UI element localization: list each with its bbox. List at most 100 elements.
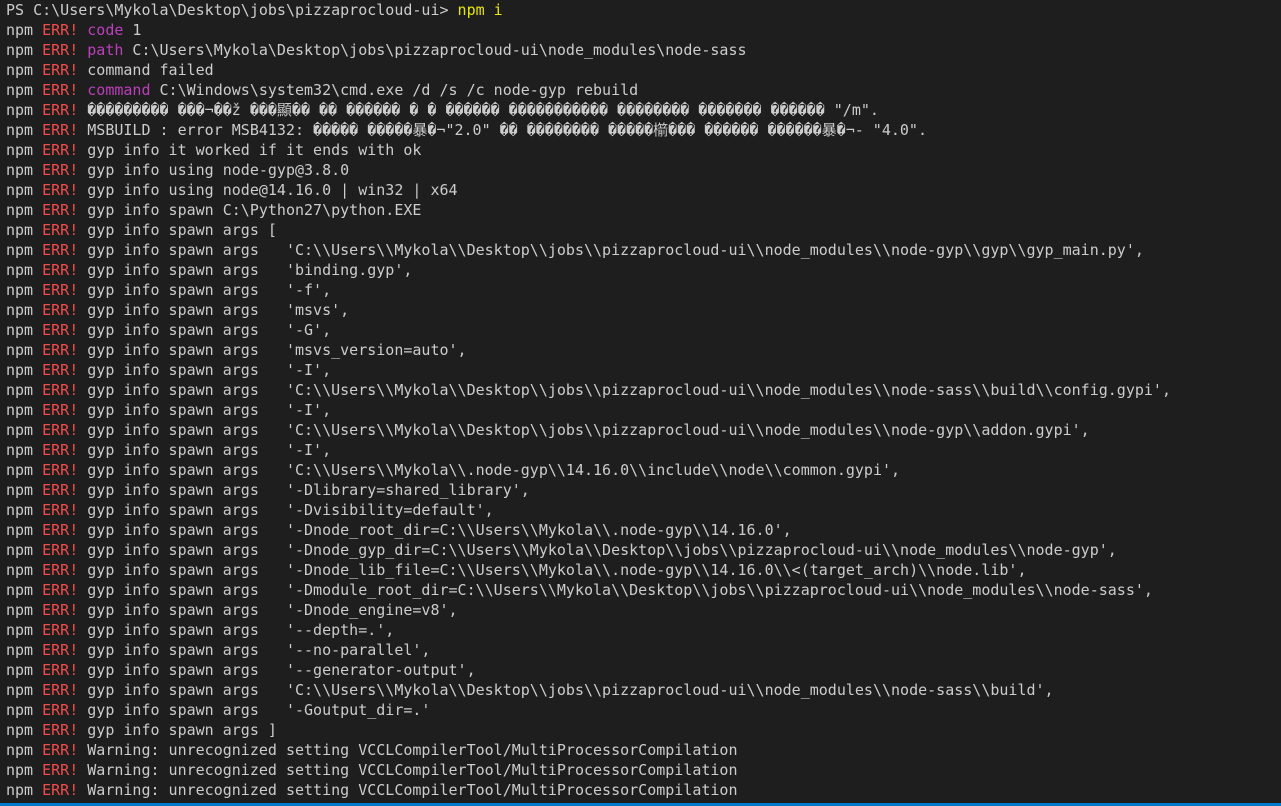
err-tag: ERR! xyxy=(42,21,79,39)
line-text: gyp info spawn args ] xyxy=(78,721,277,739)
line-text: gyp info spawn args '--no-parallel', xyxy=(78,641,431,659)
line-text: gyp info spawn args '-f', xyxy=(78,281,332,299)
err-tag: ERR! xyxy=(42,101,79,119)
terminal-line: npm ERR! gyp info spawn args 'C:\\Users\… xyxy=(6,680,1281,700)
line-text: npm xyxy=(6,681,43,699)
line-text: gyp info spawn args '-G', xyxy=(78,321,332,339)
line-text: npm xyxy=(6,221,43,239)
err-tag: ERR! xyxy=(42,181,79,199)
terminal-line: npm ERR! gyp info spawn args 'C:\\Users\… xyxy=(6,420,1281,440)
line-text: gyp info spawn args 'msvs_version=auto', xyxy=(78,341,467,359)
line-text: gyp info spawn args 'binding.gyp', xyxy=(78,261,413,279)
terminal-line: npm ERR! gyp info spawn args 'C:\\Users\… xyxy=(6,380,1281,400)
err-tag: ERR! xyxy=(42,521,79,539)
err-tag: ERR! xyxy=(42,701,79,719)
err-tag: ERR! xyxy=(42,161,79,179)
terminal-lines: PS C:\Users\Mykola\Desktop\jobs\pizzapro… xyxy=(6,0,1281,800)
line-text: npm xyxy=(6,641,43,659)
line-text: npm xyxy=(6,181,43,199)
err-tag: ERR! xyxy=(42,301,79,319)
typed-command: npm i xyxy=(457,1,503,19)
terminal-line: npm ERR! gyp info spawn args '-Dnode_lib… xyxy=(6,560,1281,580)
line-text: gyp info spawn args '-Dvisibility=defaul… xyxy=(78,501,494,519)
err-key: path xyxy=(87,41,124,59)
line-text: npm xyxy=(6,581,43,599)
err-tag: ERR! xyxy=(42,501,79,519)
line-text: gyp info using node@14.16.0 | win32 | x6… xyxy=(78,181,458,199)
err-tag: ERR! xyxy=(42,641,79,659)
line-text: gyp info spawn args '-Dlibrary=shared_li… xyxy=(78,481,530,499)
terminal-output-panel[interactable]: PS C:\Users\Mykola\Desktop\jobs\pizzapro… xyxy=(0,0,1281,806)
terminal-line: npm ERR! gyp info spawn args '--generato… xyxy=(6,660,1281,680)
terminal-line: npm ERR! Warning: unrecognized setting V… xyxy=(6,780,1281,800)
terminal-line: npm ERR! gyp info spawn args '-Dvisibili… xyxy=(6,500,1281,520)
terminal-line: npm ERR! gyp info using node-gyp@3.8.0 xyxy=(6,160,1281,180)
terminal-line: npm ERR! Warning: unrecognized setting V… xyxy=(6,760,1281,780)
err-tag: ERR! xyxy=(42,341,79,359)
line-text xyxy=(78,81,87,99)
line-text: gyp info spawn args 'C:\\Users\\Mykola\\… xyxy=(78,461,901,479)
line-text: npm xyxy=(6,301,43,319)
err-tag: ERR! xyxy=(42,61,79,79)
line-text: gyp info spawn args '-I', xyxy=(78,361,332,379)
line-text: npm xyxy=(6,501,43,519)
err-tag: ERR! xyxy=(42,761,79,779)
terminal-line: npm ERR! gyp info spawn args '-I', xyxy=(6,360,1281,380)
line-text: gyp info spawn args '-Dnode_root_dir=C:\… xyxy=(78,521,792,539)
line-text: gyp info spawn args 'C:\\Users\\Mykola\\… xyxy=(78,681,1054,699)
line-text: gyp info spawn C:\Python27\python.EXE xyxy=(78,201,422,219)
err-tag: ERR! xyxy=(42,441,79,459)
err-tag: ERR! xyxy=(42,121,79,139)
line-text: npm xyxy=(6,521,43,539)
line-text: npm xyxy=(6,41,43,59)
line-text: gyp info spawn args '-Dmodule_root_dir=C… xyxy=(78,581,1153,599)
err-tag: ERR! xyxy=(42,41,79,59)
err-tag: ERR! xyxy=(42,141,79,159)
line-text: gyp info spawn args '-Dnode_lib_file=C:\… xyxy=(78,561,1027,579)
line-text: npm xyxy=(6,341,43,359)
err-key: code xyxy=(87,21,124,39)
line-text: npm xyxy=(6,481,43,499)
terminal-line: npm ERR! gyp info spawn args '-f', xyxy=(6,280,1281,300)
terminal-line: npm ERR! gyp info spawn args '-G', xyxy=(6,320,1281,340)
err-tag: ERR! xyxy=(42,361,79,379)
line-text: npm xyxy=(6,761,43,779)
terminal-line: npm ERR! gyp info it worked if it ends w… xyxy=(6,140,1281,160)
terminal-line: npm ERR! gyp info spawn args '--depth=.'… xyxy=(6,620,1281,640)
terminal-line: npm ERR! Warning: unrecognized setting V… xyxy=(6,740,1281,760)
terminal-line: npm ERR! gyp info spawn args 'msvs', xyxy=(6,300,1281,320)
line-text: npm xyxy=(6,21,43,39)
line-text: Warning: unrecognized setting VCCLCompil… xyxy=(78,761,738,779)
line-text: npm xyxy=(6,61,43,79)
terminal-line: npm ERR! gyp info spawn args '-Dnode_roo… xyxy=(6,520,1281,540)
err-tag: ERR! xyxy=(42,201,79,219)
line-text: npm xyxy=(6,161,43,179)
line-text: gyp info it worked if it ends with ok xyxy=(78,141,422,159)
err-tag: ERR! xyxy=(42,321,79,339)
err-tag: ERR! xyxy=(42,741,79,759)
line-text: npm xyxy=(6,141,43,159)
terminal-line: npm ERR! gyp info spawn args '-Dlibrary=… xyxy=(6,480,1281,500)
terminal-line: npm ERR! gyp info spawn args '-Dnode_eng… xyxy=(6,600,1281,620)
terminal-line: npm ERR! gyp info spawn args 'msvs_versi… xyxy=(6,340,1281,360)
line-text: npm xyxy=(6,321,43,339)
err-tag: ERR! xyxy=(42,221,79,239)
terminal-line: npm ERR! command failed xyxy=(6,60,1281,80)
line-text: npm xyxy=(6,201,43,219)
terminal-line: npm ERR! gyp info spawn args '-Goutput_d… xyxy=(6,700,1281,720)
line-text: npm xyxy=(6,461,43,479)
line-text: C:\Users\Mykola\Desktop\jobs\pizzaproclo… xyxy=(123,41,747,59)
err-tag: ERR! xyxy=(42,241,79,259)
line-text: gyp info spawn args '--generator-output'… xyxy=(78,661,476,679)
terminal-line: npm ERR! gyp info spawn args [ xyxy=(6,220,1281,240)
terminal-line: npm ERR! gyp info spawn args '--no-paral… xyxy=(6,640,1281,660)
terminal-line: npm ERR! gyp info spawn args 'C:\\Users\… xyxy=(6,460,1281,480)
terminal-line: npm ERR! ��������� ���¬��ž ���顯�� �� ���… xyxy=(6,100,1281,120)
terminal-line: npm ERR! gyp info spawn args ] xyxy=(6,720,1281,740)
line-text: gyp info spawn args '-Goutput_dir=.' xyxy=(78,701,431,719)
line-text: gyp info spawn args '--depth=.', xyxy=(78,621,395,639)
terminal-line: npm ERR! gyp info spawn args 'C:\\Users\… xyxy=(6,240,1281,260)
line-text: npm xyxy=(6,441,43,459)
terminal-line: npm ERR! gyp info spawn args '-I', xyxy=(6,400,1281,420)
terminal-prompt-line: PS C:\Users\Mykola\Desktop\jobs\pizzapro… xyxy=(6,0,1281,20)
